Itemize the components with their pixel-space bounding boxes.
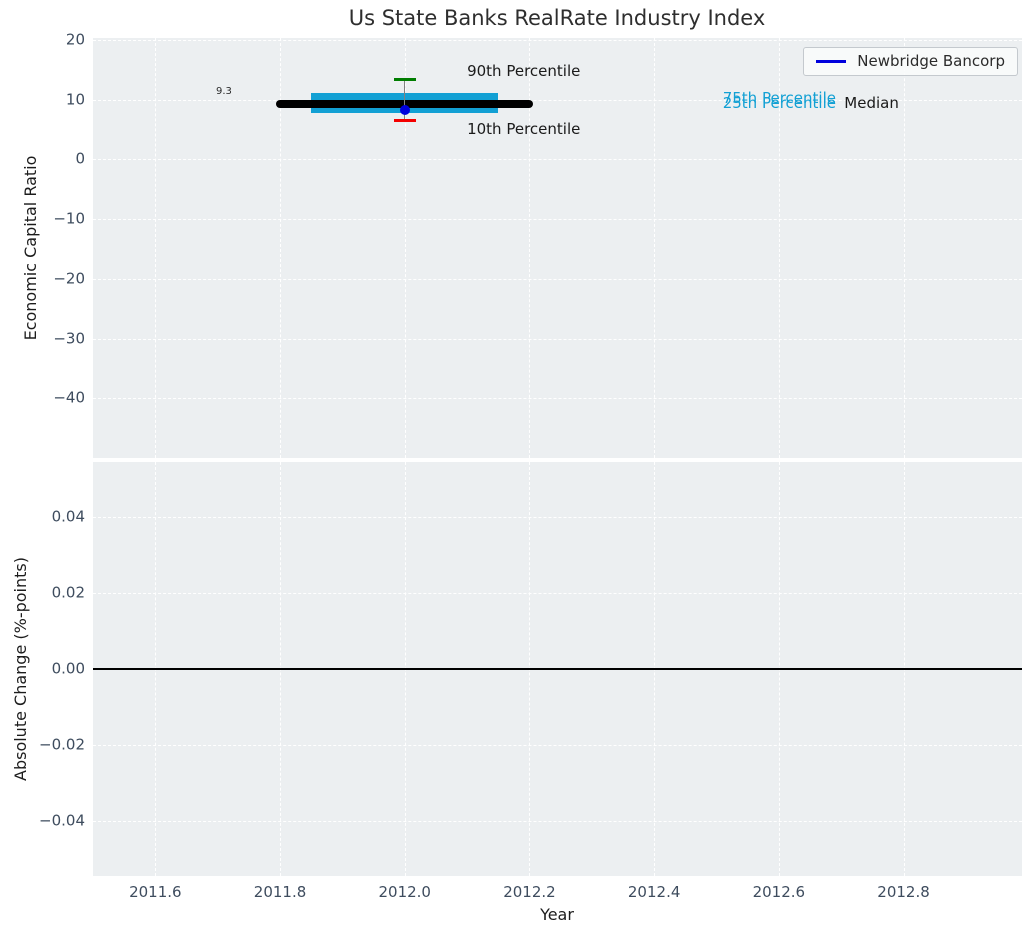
gridline-horizontal bbox=[93, 338, 1022, 340]
decile-whisker-cap-low bbox=[393, 119, 416, 123]
y-tick-label: 20 bbox=[65, 30, 85, 49]
newbridge-bancorp-point bbox=[399, 105, 410, 116]
x-axis-label-year: Year bbox=[540, 905, 574, 924]
x-tick-label: 2012.0 bbox=[378, 883, 431, 901]
y-tick-label: 0.02 bbox=[51, 583, 85, 602]
gridline-horizontal bbox=[93, 593, 1022, 595]
gridline-vertical bbox=[903, 38, 905, 458]
y-axis-label-economic-capital-ratio: Economic Capital Ratio bbox=[21, 155, 40, 341]
zero-line bbox=[93, 668, 1022, 670]
x-tick-label: 2011.8 bbox=[253, 883, 307, 901]
y-tick-label: −40 bbox=[53, 388, 85, 407]
x-tick-label: 2012.8 bbox=[877, 883, 930, 901]
x-tick-label: 2012.6 bbox=[752, 883, 806, 901]
annotation-10th-percentile: 10th Percentile bbox=[467, 119, 581, 138]
x-tick-label: 2011.6 bbox=[129, 883, 182, 901]
y-tick-label: −0.04 bbox=[39, 811, 85, 830]
y-tick-label: 0 bbox=[75, 149, 85, 168]
decile-whisker-cap-high bbox=[393, 77, 416, 81]
gridline-horizontal bbox=[93, 159, 1022, 161]
y-axis-label-absolute-change: Absolute Change (%-points) bbox=[11, 557, 30, 781]
y-tick-label: −30 bbox=[53, 329, 85, 348]
y-tick-label: −20 bbox=[53, 269, 85, 288]
gridline-horizontal bbox=[93, 278, 1022, 280]
gridline-horizontal bbox=[93, 39, 1022, 41]
gridline-horizontal bbox=[93, 820, 1022, 822]
legend-line-icon bbox=[816, 60, 847, 63]
gridline-horizontal bbox=[93, 219, 1022, 221]
chart-title: Us State Banks RealRate Industry Index bbox=[348, 6, 766, 30]
annotation-median: Median bbox=[844, 93, 899, 112]
x-tick-label: 2012.4 bbox=[627, 883, 681, 901]
x-tick-label: 2012.2 bbox=[503, 883, 556, 901]
annotation-25th-percentile: 25th Percentile bbox=[722, 94, 836, 113]
gridline-horizontal bbox=[93, 744, 1022, 746]
y-tick-label: −10 bbox=[53, 209, 85, 228]
y-tick-label: 10 bbox=[65, 90, 85, 109]
annotation-90th-percentile: 90th Percentile bbox=[467, 62, 581, 81]
gridline-vertical bbox=[155, 38, 157, 458]
y-tick-label: 0.00 bbox=[51, 659, 85, 678]
legend-label: Newbridge Bancorp bbox=[857, 52, 1005, 70]
chart-figure: Us State Banks RealRate Industry Index N… bbox=[0, 0, 1034, 942]
annotation-9-3: 9.3 bbox=[215, 85, 232, 97]
y-tick-label: 0.04 bbox=[51, 507, 85, 526]
gridline-horizontal bbox=[93, 398, 1022, 400]
gridline-vertical bbox=[654, 38, 656, 458]
axes-absolute-change bbox=[93, 462, 1022, 876]
legend: Newbridge Bancorp bbox=[803, 47, 1018, 76]
y-tick-label: −0.02 bbox=[39, 735, 85, 754]
gridline-horizontal bbox=[93, 517, 1022, 519]
axes-economic-capital-ratio: Newbridge Bancorp 9.3 90th Percentile 10th… bbox=[93, 38, 1022, 458]
